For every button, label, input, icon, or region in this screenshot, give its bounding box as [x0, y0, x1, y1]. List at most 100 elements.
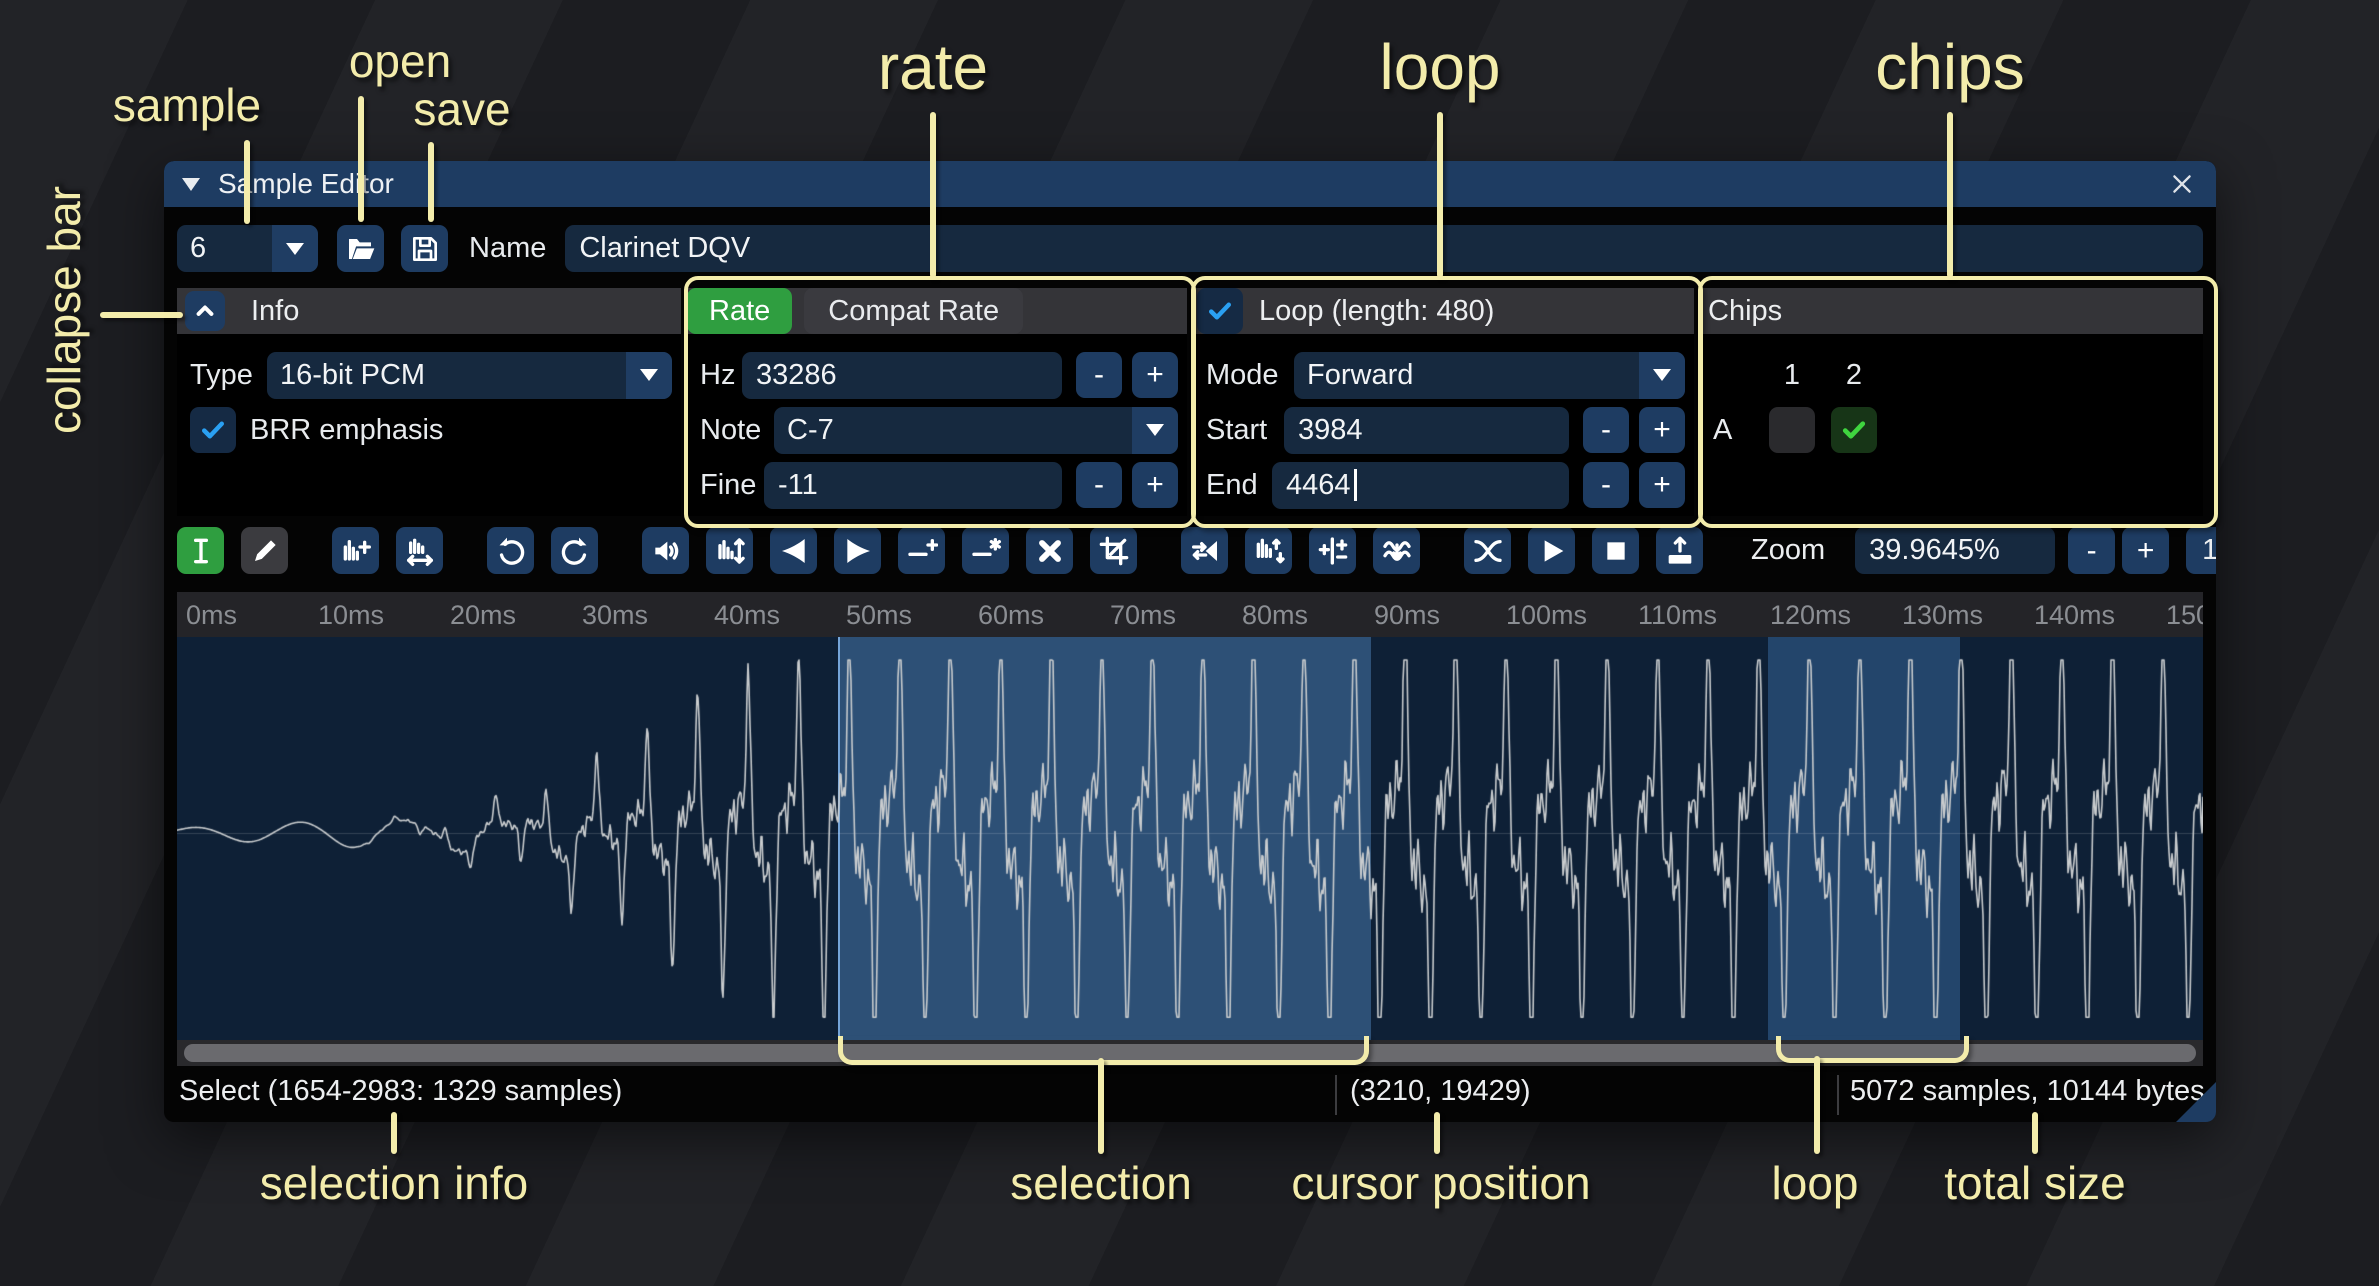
chevron-down-icon[interactable] [1639, 352, 1685, 399]
stop-preview-button[interactable] [1592, 527, 1639, 574]
hz-value: 33286 [756, 359, 837, 392]
amplify-button[interactable] [642, 527, 689, 574]
annotation-line-selection [1098, 1058, 1104, 1154]
filter-button[interactable] [1373, 527, 1420, 574]
window-collapse-icon[interactable] [180, 175, 202, 193]
chip-1-checkbox[interactable] [1769, 407, 1815, 453]
insert-silence-button[interactable] [898, 527, 945, 574]
annotation-loop-marker: loop [1772, 1156, 1859, 1210]
zoom-input[interactable]: 39.9645% [1855, 527, 2055, 574]
fine-label: Fine [700, 469, 764, 502]
ruler-tick: 20ms [450, 600, 516, 631]
hz-plus-button[interactable]: + [1132, 352, 1178, 398]
trim-button[interactable] [1090, 527, 1137, 574]
loop-mode-select[interactable]: Forward [1294, 352, 1685, 399]
loop-mode-value: Forward [1294, 352, 1639, 399]
close-icon[interactable] [2164, 166, 2200, 202]
loop-start-minus-button[interactable]: - [1583, 407, 1629, 453]
loop-start-label: Start [1206, 414, 1284, 447]
chevron-down-icon[interactable] [272, 225, 318, 272]
sample-selector[interactable]: 6 [177, 225, 318, 272]
chevron-down-icon[interactable] [1132, 407, 1178, 454]
upload-button[interactable] [1656, 527, 1703, 574]
annotation-selection-info: selection info [260, 1156, 529, 1210]
zoom-value: 39.9645% [1869, 534, 2000, 567]
apply-silence-button[interactable] [962, 527, 1009, 574]
titlebar[interactable]: Sample Editor [164, 161, 2216, 207]
wave-stretch-icon [404, 535, 436, 567]
fade-out-button[interactable] [834, 527, 881, 574]
line-star-icon [970, 535, 1002, 567]
info-title: Info [251, 295, 299, 328]
zoom-in-button[interactable]: + [2122, 527, 2169, 574]
collapse-bar-button[interactable] [185, 291, 225, 331]
note-label: Note [700, 414, 774, 447]
waveform-view [177, 637, 2203, 1040]
loop-enable-checkbox[interactable] [1197, 288, 1243, 334]
compat-rate-tab[interactable]: Compat Rate [804, 288, 1023, 334]
filter-icon [1381, 535, 1413, 567]
note-select[interactable]: C-7 [774, 407, 1178, 454]
hz-minus-button[interactable]: - [1076, 352, 1122, 398]
redo-button[interactable] [551, 527, 598, 574]
time-ruler[interactable]: 0ms10ms20ms30ms40ms50ms60ms70ms80ms90ms1… [177, 592, 2203, 637]
redo-icon [559, 535, 591, 567]
loop-start-input[interactable]: 3984 [1284, 407, 1569, 454]
crossfade-button[interactable] [1464, 527, 1511, 574]
cursor-position-text: (3210, 19429) [1350, 1075, 1531, 1108]
waveform-canvas[interactable] [177, 637, 2203, 1040]
resize-button[interactable] [332, 527, 379, 574]
status-bar: Select (1654-2983: 1329 samples) (3210, … [177, 1066, 2203, 1118]
fine-input[interactable]: -11 [764, 462, 1062, 509]
reverse-button[interactable] [1181, 527, 1228, 574]
fine-plus-button[interactable]: + [1132, 462, 1178, 508]
zoom-label: Zoom [1751, 534, 1825, 567]
cross-icon [1034, 535, 1066, 567]
hz-input[interactable]: 33286 [742, 352, 1062, 399]
select-tool-button[interactable] [177, 527, 224, 574]
draw-tool-button[interactable] [241, 527, 288, 574]
annotation-line-rate [930, 112, 936, 278]
ruler-tick: 150ms [2166, 600, 2203, 631]
invert-button[interactable] [1245, 527, 1292, 574]
normalize-button[interactable] [706, 527, 753, 574]
save-sample-button[interactable] [401, 225, 448, 272]
annotation-loop: loop [1380, 30, 1501, 104]
chip-2-checkbox[interactable] [1831, 407, 1877, 453]
speaker-icon [650, 535, 682, 567]
ruler-tick: 80ms [1242, 600, 1308, 631]
resample-button[interactable] [396, 527, 443, 574]
wave-plus-icon [340, 535, 372, 567]
sections-row: Info Type 16-bit PCM [177, 288, 2203, 516]
loop-end-minus-button[interactable]: - [1583, 462, 1629, 508]
annotation-line-collapse-bar [100, 312, 183, 318]
loop-end-input[interactable]: 4464 [1272, 462, 1569, 509]
loop-end-value: 4464 [1286, 469, 1351, 502]
annotation-sample: sample [113, 78, 261, 132]
ruler-tick: 120ms [1770, 600, 1851, 631]
delete-button[interactable] [1026, 527, 1073, 574]
mode-label: Mode [1206, 359, 1294, 392]
loop-start-plus-button[interactable]: + [1639, 407, 1685, 453]
fine-minus-button[interactable]: - [1076, 462, 1122, 508]
brr-emphasis-checkbox[interactable] [190, 407, 236, 453]
resize-grip[interactable] [2176, 1082, 2216, 1122]
name-input[interactable]: Clarinet DQV [565, 225, 2203, 272]
type-select[interactable]: 16-bit PCM [267, 352, 672, 399]
rate-tab[interactable]: Rate [687, 288, 792, 334]
name-value: Clarinet DQV [579, 232, 750, 265]
preview-button[interactable] [1528, 527, 1575, 574]
loop-end-plus-button[interactable]: + [1639, 462, 1685, 508]
annotation-line-loop [1437, 112, 1443, 278]
chevron-down-icon[interactable] [626, 352, 672, 399]
fade-in-button[interactable] [770, 527, 817, 574]
zoom-reset-button[interactable]: 100% [2186, 527, 2216, 574]
sign-icon [1317, 535, 1349, 567]
zoom-out-button[interactable]: - [2068, 527, 2115, 574]
ibeam-icon [185, 535, 217, 567]
signedness-button[interactable] [1309, 527, 1356, 574]
open-sample-button[interactable] [337, 225, 384, 272]
loop-start-value: 3984 [1298, 414, 1363, 447]
fine-value: -11 [778, 469, 818, 502]
undo-button[interactable] [487, 527, 534, 574]
